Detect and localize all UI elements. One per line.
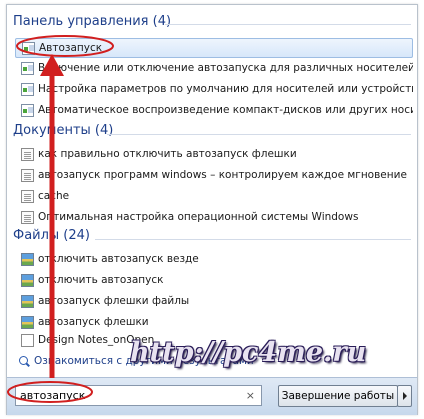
control-panel-icon (21, 62, 34, 75)
result-label: Автозапуск (39, 42, 103, 54)
result-label: Автоматическое воспроизведение компакт-д… (38, 104, 413, 116)
result-item-file[interactable]: отключить автозапуск везде (15, 250, 413, 270)
result-item-document[interactable]: cache (15, 187, 413, 207)
section-divider (107, 134, 411, 135)
result-label: отключить автозапуск (38, 274, 164, 286)
search-bar-area: × Завершение работы (7, 377, 417, 415)
result-item-autorun-toggle[interactable]: Включение или отключение автозапуска для… (15, 59, 413, 79)
control-panel-icon (22, 42, 35, 55)
result-item-file[interactable]: отключить автозапуск (15, 271, 413, 291)
section-divider (95, 239, 411, 240)
image-file-icon (21, 274, 34, 287)
site-watermark: http://pc4me.ru (130, 337, 367, 368)
clear-search-icon[interactable]: × (246, 389, 255, 402)
document-icon (21, 148, 34, 161)
section-divider (165, 24, 411, 25)
section-header-documents[interactable]: Документы (4) (13, 123, 113, 138)
document-icon (21, 190, 34, 203)
result-label: Оптимальная настройка операционной систе… (38, 211, 359, 223)
document-icon (21, 211, 34, 224)
section-header-files[interactable]: Файлы (24) (13, 228, 90, 243)
section-header-control-panel[interactable]: Панель управления (4) (13, 14, 171, 29)
result-label: автозапуск программ windows – контролиру… (38, 169, 407, 181)
result-item-autoplay-cd[interactable]: Автоматическое воспроизведение компакт-д… (15, 101, 413, 121)
result-label: отключить автозапуск везде (38, 253, 199, 265)
result-label: Включение или отключение автозапуска для… (38, 62, 413, 74)
image-file-icon (21, 253, 34, 266)
result-item-autorun[interactable]: Автозапуск (15, 38, 413, 58)
search-results: Панель управления (4) Автозапуск Включен… (7, 5, 417, 377)
shutdown-button[interactable]: Завершение работы (278, 385, 398, 407)
search-input[interactable] (20, 388, 240, 403)
result-item-file[interactable]: автозапуск флешки файлы (15, 292, 413, 312)
control-panel-icon (21, 104, 34, 117)
blank-file-icon (21, 334, 34, 347)
result-item-document[interactable]: как правильно отключить автозапуск флешк… (15, 145, 413, 165)
search-box[interactable]: × (15, 385, 262, 406)
image-file-icon (21, 316, 34, 329)
result-item-file[interactable]: автозапуск флешки (15, 313, 413, 333)
control-panel-icon (21, 83, 34, 96)
result-label: как правильно отключить автозапуск флешк… (38, 148, 297, 160)
search-icon (19, 356, 28, 365)
result-label: cache (38, 190, 70, 202)
result-label: автозапуск флешки (38, 316, 149, 328)
result-label: Настройка параметров по умолчанию для но… (38, 83, 413, 95)
result-label: автозапуск флешки файлы (38, 295, 190, 307)
result-item-default-settings[interactable]: Настройка параметров по умолчанию для но… (15, 80, 413, 100)
shutdown-options-arrow-icon[interactable] (397, 385, 412, 407)
image-file-icon (21, 295, 34, 308)
result-item-document[interactable]: Оптимальная настройка операционной систе… (15, 208, 413, 228)
document-icon (21, 169, 34, 182)
result-item-document[interactable]: автозапуск программ windows – контролиру… (15, 166, 413, 186)
